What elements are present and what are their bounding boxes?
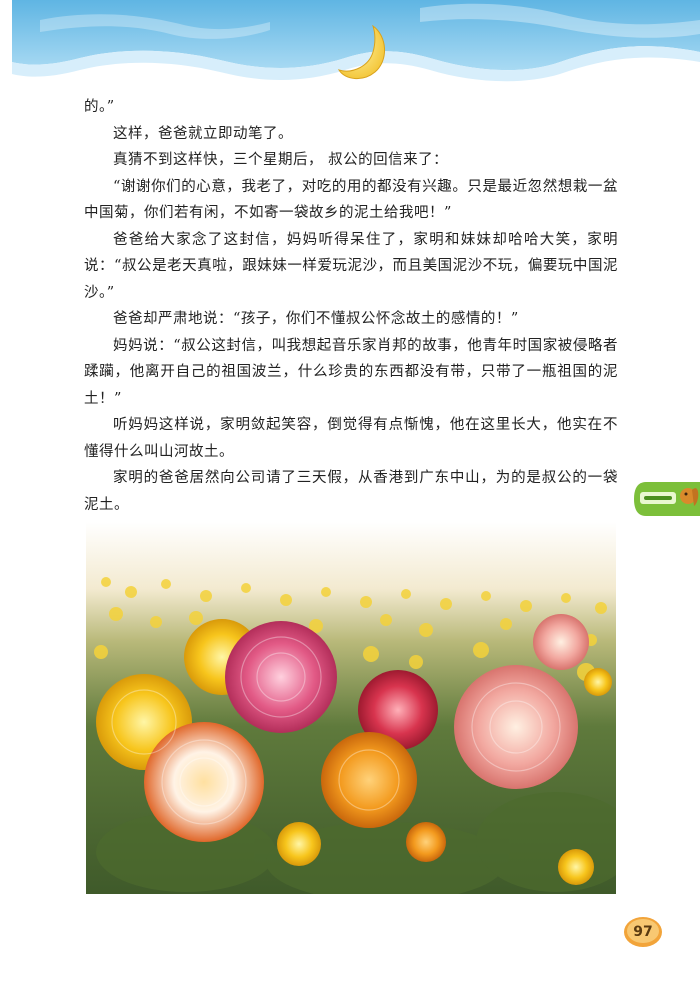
paragraph: 妈妈说：“叔公这封信，叫我想起音乐家肖邦的故事，他青年时国家被侵略者蹂躏，他离开…: [84, 337, 618, 407]
paragraph: 爸爸给大家念了这封信，妈妈听得呆住了，家明和妹妹却哈哈大笑，家明说：“叔公是老天…: [84, 231, 618, 301]
paragraph: 家明的爸爸居然向公司请了三天假，从香港到广东中山，为的是叔公的一袋泥土。: [84, 470, 618, 513]
paragraph: 的。”: [84, 99, 115, 115]
page-number: 97: [633, 924, 653, 940]
crescent-moon-icon: [337, 24, 385, 79]
paragraph: “谢谢你们的心意，我老了，对吃的用的都没有兴趣。只是最近忽然想栽一盆中国菊，你们…: [84, 178, 618, 222]
paragraph: 真猜不到这样快，三个星期后， 叔公的回信来了：: [113, 152, 449, 168]
paragraph: 爸爸却严肃地说：“孩子，你们不懂叔公怀念故土的感情的！”: [113, 311, 519, 327]
chrysanthemum-field-photo: [86, 522, 616, 894]
story-text: 的。” 这样，爸爸就立即动笔了。 真猜不到这样快，三个星期后， 叔公的回信来了：…: [84, 94, 618, 545]
paragraph: 听妈妈这样说，家明敛起笑容，倒觉得有点惭愧，他在这里长大，他实在不懂得什么叫山河…: [84, 417, 618, 460]
paragraph: 这样，爸爸就立即动笔了。: [113, 125, 293, 142]
squirrel-reading-tab-icon: [634, 482, 700, 516]
